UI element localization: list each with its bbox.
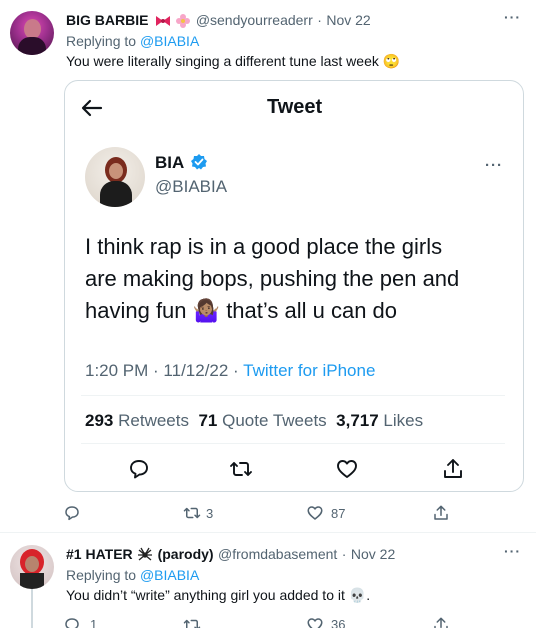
retweet-icon[interactable] [183,504,201,522]
retweets-count: 293 [85,411,114,430]
source-link[interactable]: Twitter for iPhone [243,361,375,380]
thread-line [31,588,33,628]
quote-tweets-label: Quote Tweets [222,411,327,430]
shrug-emoji: 🤷🏽‍♀️ [192,298,221,323]
spider-emoji-icon [137,547,153,563]
tweet-text: You were literally singing a different t… [66,52,400,70]
avatar[interactable] [10,11,54,55]
replying-to-handle[interactable]: @BIABIA [140,567,199,583]
avatar[interactable] [10,545,54,589]
replying-to-handle[interactable]: @BIABIA [140,33,199,49]
flower-emoji-icon [175,13,191,29]
timestamp[interactable]: Nov 22 [351,546,395,562]
quoted-tweet-card[interactable]: Tweet BIA @BIABIA ··· I think rap is in … [64,80,524,492]
separator: · [341,546,347,562]
back-arrow-icon[interactable] [81,99,103,117]
tweet-text-content: You were literally singing a different t… [66,53,379,69]
share-icon[interactable] [432,504,450,522]
replying-to: Replying to @BIABIA [66,32,199,50]
reply-icon[interactable] [127,457,151,481]
more-options-icon[interactable]: ··· [504,9,521,25]
tweet-text-content: You didn’t “write” anything girl you add… [66,587,345,603]
replying-to: Replying to @BIABIA [66,566,199,584]
tweet-text-fragment: having fun [85,298,187,323]
replying-to-label: Replying to [66,33,140,49]
page-title: Tweet [267,96,323,118]
reply-icon[interactable] [63,504,81,522]
eye-roll-emoji: 🙄 [382,53,401,69]
like-count: 36 [331,617,346,628]
handle[interactable]: @sendyourreaderr [196,12,313,28]
tweet-text-line: I think rap is in a good place the girls [85,234,443,259]
tweet-divider [0,532,536,533]
retweets-label: Retweets [118,411,189,430]
retweet-icon[interactable] [183,616,201,628]
separator: · [317,12,322,28]
retweet-count: 3 [206,506,214,521]
display-name[interactable]: BIA [155,153,184,172]
like-icon[interactable] [306,616,324,628]
likes-stat[interactable]: 3,717 Likes [336,411,423,430]
avatar[interactable] [85,147,145,207]
verified-badge-icon [190,153,208,171]
engagement-stats: 293 Retweets 71 Quote Tweets 3,717 Likes [85,411,423,431]
quote-tweets-count: 71 [198,411,218,430]
divider [81,443,505,444]
likes-label: Likes [383,411,424,430]
like-icon[interactable] [306,504,324,522]
retweets-stat[interactable]: 293 Retweets [85,411,189,430]
tweet-text-end: . [366,587,371,603]
skull-emoji: 💀 [348,587,367,603]
display-name[interactable]: BIG BARBIE [66,12,148,28]
tweet-2-header: #1 HATER (parody) @fromdabasement · Nov … [66,545,395,564]
tweet-text: You didn’t “write” anything girl you add… [66,586,370,604]
like-count: 87 [331,506,346,521]
tweet-text-fragment: that’s all u can do [226,298,398,323]
handle[interactable]: @BIABIA [155,177,227,197]
tweet-text-line: are making bops, pushing the pen and [85,266,460,291]
quote-tweets-stat[interactable]: 71 Quote Tweets [198,411,326,430]
timestamp[interactable]: 1:20 PM · 11/12/22 · [85,361,239,380]
tweet-1-header: BIG BARBIE @sendyourreaderr · Nov 22 [66,11,371,30]
quoted-tweet-text: I think rap is in a good place the girls… [85,231,459,327]
reply-icon[interactable] [63,616,81,628]
timestamp[interactable]: Nov 22 [326,12,370,28]
replying-to-label: Replying to [66,567,140,583]
bow-emoji-icon [155,14,171,28]
handle[interactable]: @fromdabasement [218,546,337,562]
timestamp-row: 1:20 PM · 11/12/22 · Twitter for iPhone [85,361,375,381]
quoted-name-row: BIA [155,153,208,173]
share-icon[interactable] [441,457,465,481]
display-name[interactable]: #1 HATER [66,546,133,562]
more-options-icon[interactable]: ··· [504,543,521,559]
reply-count: 1 [90,617,98,628]
display-name-suffix: (parody) [157,546,214,562]
tweet-text-line: having fun 🤷🏽‍♀️ that’s all u can do [85,295,459,327]
likes-count: 3,717 [336,411,379,430]
share-icon[interactable] [432,616,450,628]
more-options-icon[interactable]: ··· [485,157,503,174]
divider [81,395,505,396]
retweet-icon[interactable] [229,457,253,481]
like-icon[interactable] [335,457,359,481]
